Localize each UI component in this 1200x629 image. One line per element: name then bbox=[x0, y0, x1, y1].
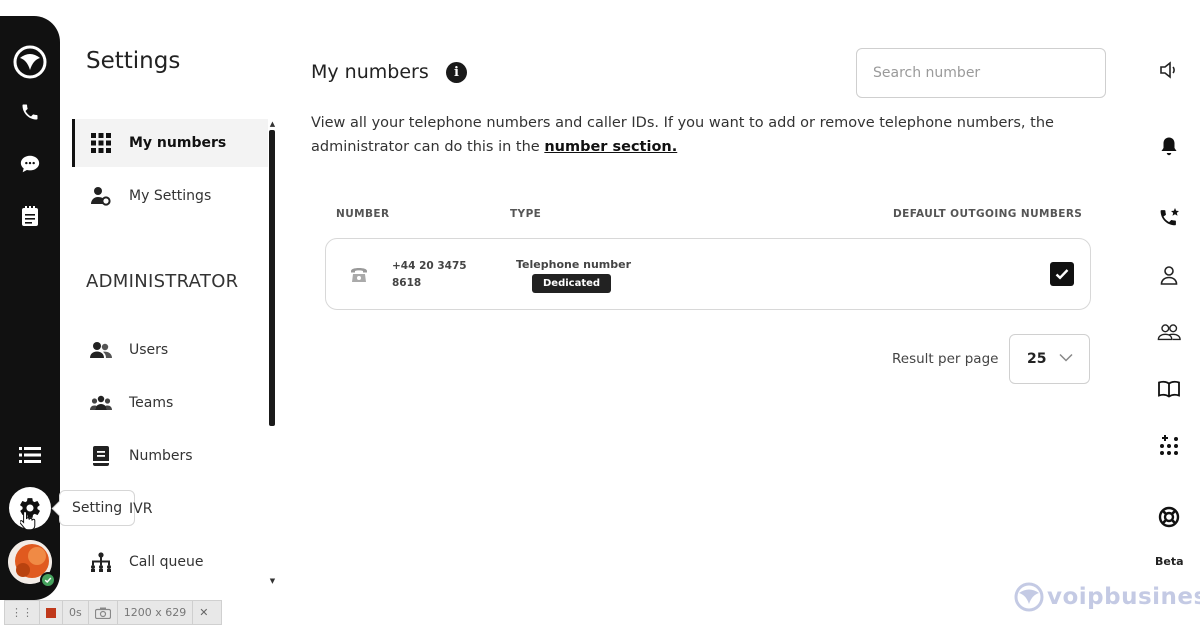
chevron-down-icon bbox=[1059, 353, 1073, 362]
scroll-down-arrow-icon[interactable]: ▼ bbox=[268, 577, 277, 585]
chat-icon[interactable] bbox=[14, 148, 46, 180]
grid-icon bbox=[90, 132, 112, 154]
lifebuoy-icon[interactable] bbox=[1157, 505, 1181, 529]
app-logo-icon[interactable] bbox=[12, 44, 48, 80]
info-icon[interactable]: i bbox=[446, 62, 467, 83]
admin-heading: ADMINISTRATOR bbox=[86, 271, 239, 292]
nav-item-my-settings[interactable]: My Settings bbox=[72, 172, 268, 220]
watermark-logo-icon bbox=[1014, 582, 1044, 612]
default-outgoing-checkbox[interactable] bbox=[1050, 262, 1074, 286]
nav-item-label: Users bbox=[129, 342, 169, 358]
watermark-logo: voipbusiness bbox=[1013, 582, 1200, 612]
teams-icon bbox=[90, 392, 112, 414]
page-title: My numbers bbox=[311, 61, 429, 83]
nav-item-label: IVR bbox=[129, 501, 153, 517]
list-icon[interactable] bbox=[14, 439, 46, 471]
nav-item-users[interactable]: Users bbox=[72, 326, 268, 374]
results-per-page-label: Result per page bbox=[892, 351, 999, 367]
phone-number: +44 20 3475 8618 bbox=[392, 260, 467, 289]
nav-item-label: Call queue bbox=[129, 554, 204, 570]
phone-icon[interactable] bbox=[14, 96, 46, 128]
results-per-page-select[interactable]: 25 bbox=[1009, 334, 1090, 384]
dedicated-badge: Dedicated bbox=[532, 274, 612, 293]
status-badge bbox=[40, 572, 56, 588]
record-time: 0s bbox=[63, 601, 89, 624]
numbers-book-icon bbox=[90, 445, 112, 467]
notepad-icon[interactable] bbox=[14, 200, 46, 232]
phone-star-icon[interactable] bbox=[1157, 206, 1181, 230]
nav-item-numbers[interactable]: Numbers bbox=[72, 432, 268, 480]
nav-item-my-numbers[interactable]: My numbers bbox=[72, 119, 268, 167]
checkmark-icon bbox=[1055, 269, 1069, 280]
ivr-icon bbox=[90, 498, 112, 520]
scroll-up-arrow-icon[interactable]: ▲ bbox=[268, 120, 277, 128]
stop-record-button[interactable] bbox=[40, 601, 63, 624]
scrollbar-thumb[interactable] bbox=[269, 130, 275, 426]
telephone-icon bbox=[350, 266, 368, 284]
bell-icon[interactable] bbox=[1157, 134, 1181, 158]
nav-scrollbar[interactable]: ▲ ▼ bbox=[268, 120, 277, 585]
nav-item-teams[interactable]: Teams bbox=[72, 379, 268, 427]
watermark-text: voipbusiness bbox=[1047, 584, 1200, 610]
users-icon bbox=[90, 339, 112, 361]
hand-cursor-icon bbox=[19, 510, 36, 536]
nav-item-label: My Settings bbox=[129, 188, 212, 204]
user-gear-icon bbox=[90, 185, 112, 207]
speaker-icon[interactable] bbox=[1157, 58, 1181, 82]
page-description: View all your telephone numbers and call… bbox=[311, 111, 1071, 159]
drag-handle-icon[interactable]: ⋮⋮ bbox=[5, 601, 40, 624]
number-type: Telephone number bbox=[516, 258, 632, 271]
nav-item-ivr[interactable]: IVR bbox=[72, 485, 268, 533]
contact-icon[interactable] bbox=[1157, 263, 1181, 287]
nav-item-label: My numbers bbox=[129, 135, 227, 151]
book-icon[interactable] bbox=[1157, 377, 1181, 401]
settings-title: Settings bbox=[86, 48, 181, 74]
call-queue-icon bbox=[90, 551, 112, 573]
description-text: View all your telephone numbers and call… bbox=[311, 115, 1054, 155]
dialpad-icon[interactable] bbox=[1157, 434, 1181, 458]
column-header-number: NUMBER bbox=[336, 208, 390, 220]
results-per-page-value: 25 bbox=[1027, 351, 1047, 367]
column-header-default-outgoing: DEFAULT OUTGOING NUMBERS bbox=[893, 208, 1083, 220]
nav-item-call-queue[interactable]: Call queue bbox=[72, 538, 268, 586]
number-section-link[interactable]: number section. bbox=[544, 139, 677, 155]
beta-label: Beta bbox=[1155, 555, 1184, 568]
group-icon[interactable] bbox=[1157, 320, 1181, 344]
nav-item-label: Numbers bbox=[129, 448, 193, 464]
camera-icon[interactable] bbox=[89, 601, 118, 624]
table-row[interactable]: +44 20 3475 8618 Telephone number Dedica… bbox=[325, 238, 1091, 310]
nav-item-label: Teams bbox=[129, 395, 174, 411]
close-icon[interactable]: ✕ bbox=[193, 601, 214, 624]
column-header-type: TYPE bbox=[510, 208, 542, 220]
recorder-toolbar: ⋮⋮ 0s 1200 x 629 ✕ bbox=[4, 600, 222, 625]
record-size: 1200 x 629 bbox=[118, 601, 194, 624]
search-input[interactable] bbox=[856, 48, 1106, 98]
